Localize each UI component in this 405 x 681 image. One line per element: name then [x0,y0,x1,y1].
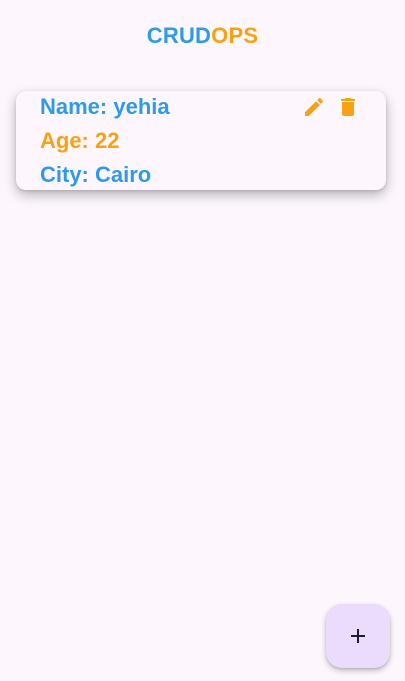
app-title-ops: OPS [211,23,259,48]
delete-button[interactable] [336,95,360,119]
record-age: Age: 22 [40,128,120,153]
app-title: CRUDOPS [147,23,258,49]
record-city: City: Cairo [40,162,152,187]
add-record-button[interactable] [326,604,390,668]
record-name: Name: yehia [40,94,170,119]
delete-icon [341,98,355,116]
records-list: Name: yehia Age: 22 City: Cairo [16,91,386,190]
app-title-crud: CRUD [146,23,212,48]
edit-icon [305,97,324,116]
app-bar: CRUDOPS [0,0,405,72]
record-card: Name: yehia Age: 22 City: Cairo [16,91,386,190]
edit-button[interactable] [302,95,326,119]
add-icon [351,629,365,643]
app-screen: CRUDOPS Name: yehia Age: 22 City: Cairo [0,0,405,681]
record-actions [302,95,360,119]
